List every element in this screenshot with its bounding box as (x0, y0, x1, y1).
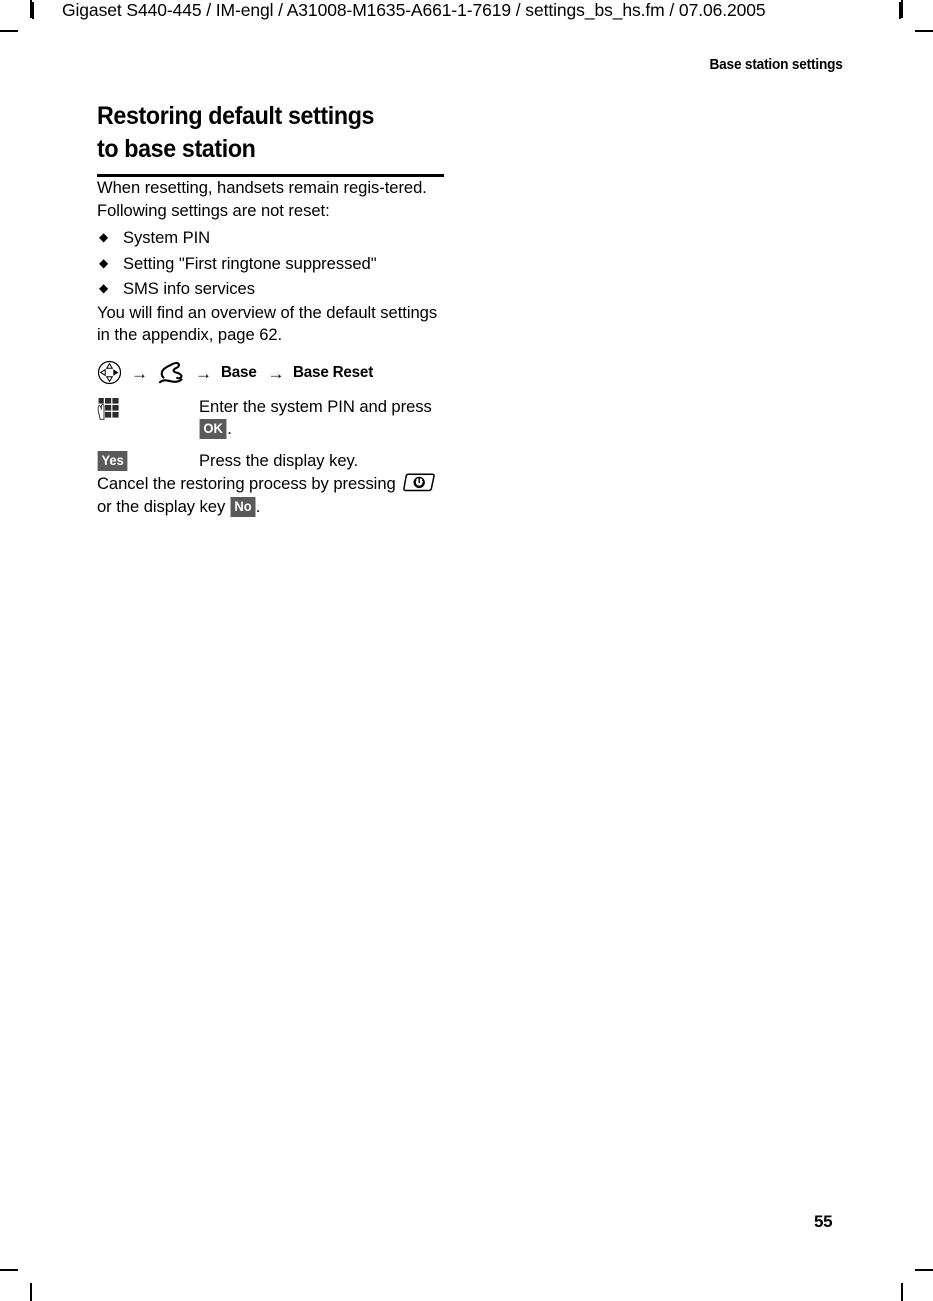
page-title-line-1: Restoring default settings (97, 102, 375, 130)
no-key-badge[interactable]: No (230, 496, 256, 517)
instruction-text-enter-pin: Enter the system PIN and press OK. (199, 396, 447, 441)
crop-mark-bottom-left-vertical (30, 1283, 32, 1301)
header-rule-left (32, 2, 34, 19)
page-title: Restoring default settings to base stati… (97, 100, 423, 166)
path-arrow-icon: → (195, 364, 212, 383)
diamond-bullet-icon: ◆ (99, 255, 109, 270)
page-title-line-2: to base station (97, 135, 256, 163)
instruction-row-enter-pin: Enter the system PIN and press OK. (97, 396, 447, 441)
ok-key-badge[interactable]: OK (199, 419, 227, 439)
list-item-label: System PIN (123, 228, 211, 247)
hangup-key-icon (400, 472, 436, 493)
cancel-text-part-1: Cancel the restoring process by pressing (97, 474, 401, 493)
keypad-icon (97, 397, 121, 422)
cancel-paragraph: Cancel the restoring process by pressing… (97, 472, 447, 518)
instruction-text-part-1: Enter the system PIN and press (199, 396, 432, 416)
menu-navigation-path: → → Base → Base Reset (97, 360, 447, 386)
settings-wrench-icon (157, 361, 186, 385)
header-rule-right (899, 2, 901, 19)
running-header-file-info: Gigaset S440-445 / IM-engl / A31008-M163… (62, 0, 766, 20)
instruction-text-press-yes: Press the display key. (199, 450, 359, 470)
intro-paragraph: When resetting, handsets remain regis-te… (97, 178, 427, 220)
crop-mark-top-right-horizontal (915, 30, 933, 32)
path-arrow-icon: → (131, 364, 148, 383)
overview-paragraph: You will find an overview of the default… (97, 302, 438, 345)
crop-mark-bottom-left-horizontal (0, 1269, 18, 1271)
list-item-label: Setting "First ringtone suppressed" (123, 253, 377, 273)
instruction-icon-cell (97, 396, 199, 422)
instruction-text-part-2: . (227, 419, 232, 438)
menu-item-base[interactable]: Base (221, 364, 257, 382)
cancel-text-part-3: . (255, 496, 261, 516)
crop-mark-top-left-horizontal (0, 30, 18, 32)
cancel-text-part-2: or the display key (97, 496, 230, 516)
instruction-icon-cell: Yes (97, 450, 199, 472)
page-number: 55 (814, 1212, 833, 1231)
section-header: Base station settings (709, 57, 843, 73)
exclusions-list: ◆ System PIN ◆ Setting "First ringtone s… (97, 225, 447, 302)
yes-display-key-badge[interactable]: Yes (97, 451, 128, 472)
path-arrow-icon: → (267, 364, 285, 383)
crop-mark-bottom-right-vertical (901, 1283, 903, 1301)
instruction-row-press-yes: Yes Press the display key. (97, 450, 447, 473)
list-item-label: SMS info services (123, 279, 255, 298)
crop-mark-bottom-right-horizontal (915, 1269, 933, 1271)
main-content-column: Restoring default settings to base stati… (97, 100, 447, 518)
crop-mark-top-right-vertical (901, 0, 903, 18)
navigation-control-icon (97, 360, 122, 385)
list-item: ◆ System PIN (97, 225, 447, 251)
list-item: ◆ SMS info services (97, 276, 447, 302)
diamond-bullet-icon: ◆ (99, 281, 109, 295)
list-item: ◆ Setting "First ringtone suppressed" (97, 251, 447, 277)
diamond-bullet-icon: ◆ (99, 230, 109, 244)
menu-item-base-reset[interactable]: Base Reset (293, 364, 373, 382)
